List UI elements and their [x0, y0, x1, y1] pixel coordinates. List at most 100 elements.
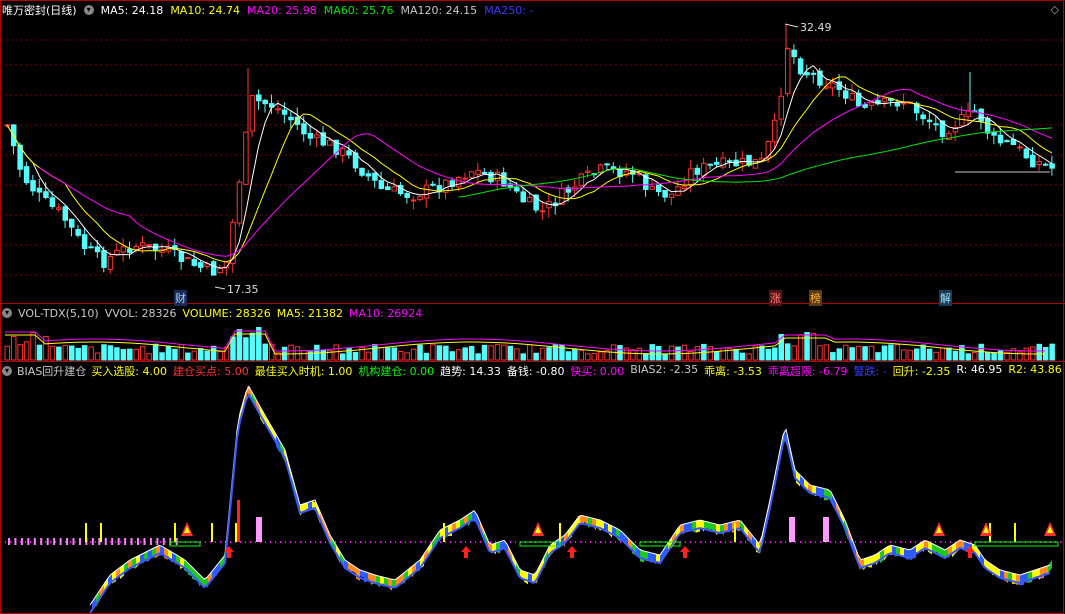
candle-body: [346, 150, 352, 156]
volume-bar: [539, 347, 546, 361]
low-price-label: 17.35: [227, 283, 259, 296]
bias-marker: [137, 538, 139, 545]
volume-bar: [649, 344, 655, 361]
candle-body: [649, 185, 655, 190]
candle-body: [494, 171, 501, 182]
candle-body: [1023, 148, 1030, 159]
volume-bar: [410, 348, 417, 361]
candle-body: [772, 119, 778, 143]
volume-bar: [907, 349, 913, 361]
volume-bar: [565, 351, 572, 361]
volume-label-0: VVOL: 28326: [104, 306, 177, 320]
candle-body: [56, 207, 62, 210]
volume-bar: [507, 345, 514, 361]
ma-label-3: MA60: 25.76: [323, 3, 394, 17]
volume-bar: [888, 344, 894, 361]
candle-body: [539, 210, 546, 213]
candle-body: [210, 261, 217, 276]
volume-bar: [946, 347, 952, 361]
candle-body: [359, 167, 365, 176]
bias-indicator[interactable]: [0, 385, 1062, 614]
volume-bar: [423, 352, 430, 361]
price-candlesticks[interactable]: [4, 24, 1055, 276]
chevron-down-circle-icon[interactable]: ▾: [83, 5, 94, 15]
bias-ribbon: [864, 557, 868, 570]
candle-body: [307, 132, 314, 139]
chevron-down-circle-icon[interactable]: ▾: [2, 366, 12, 376]
candle-body: [62, 206, 69, 221]
candle-body: [185, 257, 191, 260]
bias-values: 买入选股: 4.00 建仓买点: 5.00 最佳买入时机: 1.00 机构建仓: 0.…: [91, 363, 1061, 379]
candle-body: [984, 117, 991, 134]
candle-body: [94, 246, 101, 253]
candle-body: [262, 99, 268, 105]
bias-label-4: 趋势: 14.33: [440, 365, 501, 378]
candle-body: [662, 189, 668, 198]
candle-body: [1030, 154, 1036, 168]
ma-label-1: MA10: 24.74: [170, 3, 241, 17]
ma-values: MA5: 24.18 MA10: 24.74 MA20: 25.98 MA60: 25…: [101, 4, 534, 17]
bias-marker: [117, 538, 120, 545]
candle-body: [1017, 146, 1023, 149]
bias-ribbon: [1048, 560, 1052, 574]
candle-body: [668, 193, 675, 198]
volume-bar: [913, 348, 920, 361]
up-arrow-icon: [680, 546, 690, 558]
volume-bar: [746, 353, 752, 361]
bias-marker: [59, 538, 62, 545]
bias-marker: [124, 538, 127, 545]
candle-body: [997, 134, 1004, 144]
bias-marker: [14, 538, 17, 545]
volume-bar: [959, 345, 965, 361]
up-arrow-icon: [567, 546, 577, 558]
volume-bar: [481, 344, 488, 361]
volume-bar: [456, 349, 462, 361]
marker-zhangting[interactable]: 涨: [769, 290, 782, 306]
diamond-icon[interactable]: ◇: [1051, 3, 1059, 16]
candle-body: [843, 90, 849, 99]
volume-bar: [514, 348, 520, 361]
volume-bar: [249, 332, 256, 361]
volume-bar: [262, 343, 268, 361]
volume-bar: [62, 344, 69, 361]
candle-body: [881, 97, 888, 103]
candle-body: [778, 95, 784, 120]
volume-bar: [152, 343, 159, 361]
candle-body: [101, 250, 107, 268]
bias-label-13: R2: 43.86: [1008, 363, 1062, 376]
volume-bar: [185, 352, 191, 361]
bias-ribbon: [376, 575, 380, 588]
volume-bar: [526, 344, 533, 361]
volume-bar: [94, 352, 101, 361]
candle-body: [69, 218, 75, 228]
volume-bar: [107, 345, 114, 361]
marker-longhubang[interactable]: 榜: [809, 290, 822, 306]
volume-bar: [759, 345, 765, 361]
marker-jiejin[interactable]: 解: [939, 290, 952, 306]
candle-body: [410, 199, 417, 202]
volume-bar: [1036, 343, 1042, 361]
candle-body: [30, 180, 36, 192]
candle-body: [301, 123, 307, 135]
bias-label-11: 回升: -2.35: [892, 365, 951, 378]
bias-label-6: 快买: 0.00: [570, 365, 625, 378]
volume-bar: [546, 347, 552, 361]
candle-body: [1049, 163, 1055, 169]
chevron-down-circle-icon[interactable]: ▾: [2, 308, 12, 318]
bias-pink-bar: [256, 517, 262, 542]
bias-ribbon: [1020, 573, 1024, 586]
bias-marker: [53, 538, 56, 545]
candle-body: [488, 171, 494, 183]
volume-bars[interactable]: [4, 326, 1055, 361]
volume-bar: [810, 332, 817, 361]
volume-bar: [939, 347, 946, 361]
candle-body: [933, 123, 939, 126]
volume-bar: [585, 353, 591, 361]
bias-label-9: 乖离超限: -6.79: [767, 365, 848, 378]
candle-body: [681, 185, 688, 190]
marker-caibao[interactable]: 财: [174, 290, 187, 306]
bias-ribbon: [692, 521, 696, 533]
volume-bar: [843, 344, 849, 361]
volume-bar: [894, 344, 901, 361]
candle-body: [249, 95, 256, 132]
